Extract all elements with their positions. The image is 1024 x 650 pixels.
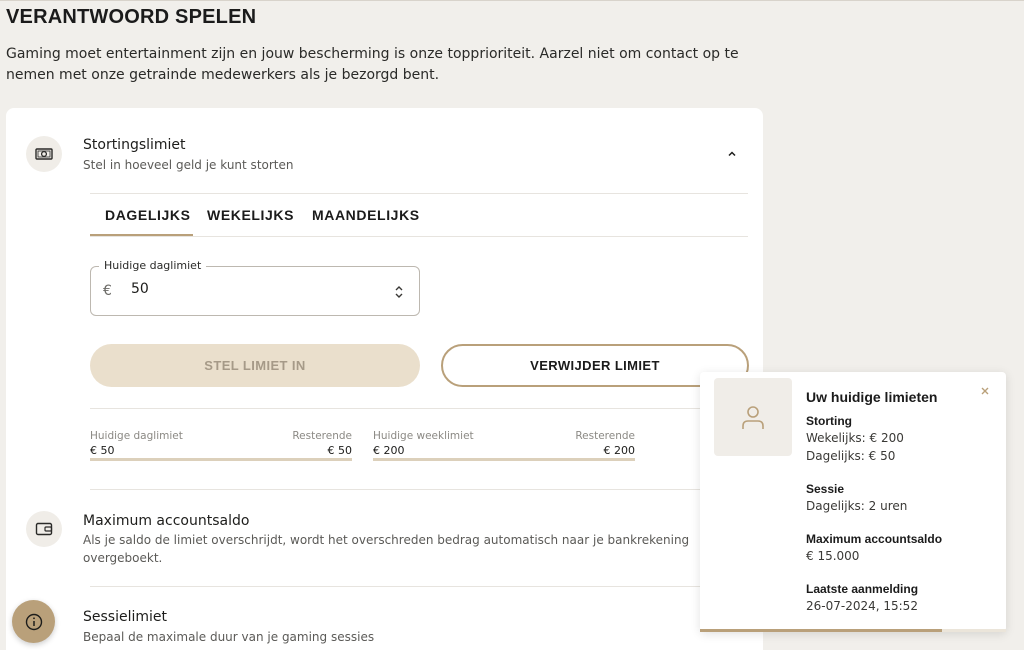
info-button[interactable] <box>12 600 55 643</box>
intro-text: Gaming moet entertainment zijn en jouw b… <box>6 46 739 83</box>
stat-label: Huidige daglimiet <box>90 430 183 442</box>
tab-daily[interactable]: DAGELIJKS <box>105 207 191 223</box>
session-limit-title[interactable]: Sessielimiet <box>83 609 167 625</box>
stat-progress-fill <box>373 458 635 461</box>
info-icon <box>25 613 42 630</box>
balance-value: € 15.000 <box>806 549 860 563</box>
session-daily: Dagelijks: 2 uren <box>806 499 908 513</box>
daily-limit-label: Huidige daglimiet <box>99 259 207 272</box>
section-divider <box>90 489 748 490</box>
top-divider <box>0 0 1024 1</box>
max-balance-subtitle: Als je saldo de limiet overschrijdt, wor… <box>83 533 690 565</box>
section-divider <box>90 193 748 194</box>
session-limit-subtitle: Bepaal de maximale duur van je gaming se… <box>83 630 375 644</box>
popup-timer-fill <box>700 629 942 632</box>
stepper-icon[interactable] <box>393 283 405 301</box>
current-limits-popup: Uw huidige limieten Storting Wekelijks: … <box>700 372 1006 632</box>
section-divider <box>90 586 748 587</box>
deposit-limit-title[interactable]: Stortingslimiet <box>83 137 186 153</box>
tabs-divider <box>90 236 748 237</box>
balance-heading: Maximum accountsaldo <box>806 532 943 546</box>
user-icon <box>714 378 792 456</box>
stat-remaining-label: Resterende <box>575 430 635 442</box>
stat-remaining-value: € 200 <box>603 444 636 457</box>
tab-monthly[interactable]: MAANDELIJKS <box>312 207 420 223</box>
stat-progress-bar <box>90 458 352 461</box>
currency-symbol: € <box>103 283 112 299</box>
last-login-value: 26-07-2024, 15:52 <box>806 599 918 613</box>
stat-label: Huidige weeklimiet <box>373 430 474 442</box>
wallet-icon <box>26 511 62 547</box>
close-icon[interactable] <box>978 384 992 398</box>
max-balance-title[interactable]: Maximum accountsaldo <box>83 513 249 529</box>
daily-limit-field: Huidige daglimiet € <box>90 259 420 316</box>
last-login-heading: Laatste aanmelding <box>806 582 919 596</box>
chevron-up-icon[interactable] <box>726 148 738 160</box>
stat-value: € 200 <box>373 444 405 457</box>
stat-value: € 50 <box>90 444 115 457</box>
stat-remaining-label: Resterende <box>292 430 352 442</box>
stat-remaining-value: € 50 <box>327 444 353 457</box>
stat-progress-bar <box>373 458 635 461</box>
stat-progress-fill <box>90 458 352 461</box>
page-title: VERANTWOORD SPELEN <box>6 6 257 28</box>
deposit-daily: Dagelijks: € 50 <box>806 449 896 463</box>
deposit-heading: Storting <box>806 414 852 428</box>
active-tab-indicator <box>90 234 193 236</box>
set-limit-button[interactable]: STEL LIMIET IN <box>90 344 420 387</box>
daily-limit-input[interactable] <box>131 281 331 297</box>
deposit-weekly: Wekelijks: € 200 <box>806 431 904 445</box>
session-heading: Sessie <box>806 482 845 496</box>
tab-weekly[interactable]: WEKELIJKS <box>207 207 294 223</box>
popup-timer-bar <box>700 629 1006 632</box>
stats-divider <box>90 408 748 409</box>
popup-title: Uw huidige limieten <box>806 389 938 405</box>
limits-card: Stortingslimiet Stel in hoeveel geld je … <box>6 108 763 650</box>
deposit-limit-subtitle: Stel in hoeveel geld je kunt storten <box>83 158 294 172</box>
banknote-icon <box>26 136 62 172</box>
